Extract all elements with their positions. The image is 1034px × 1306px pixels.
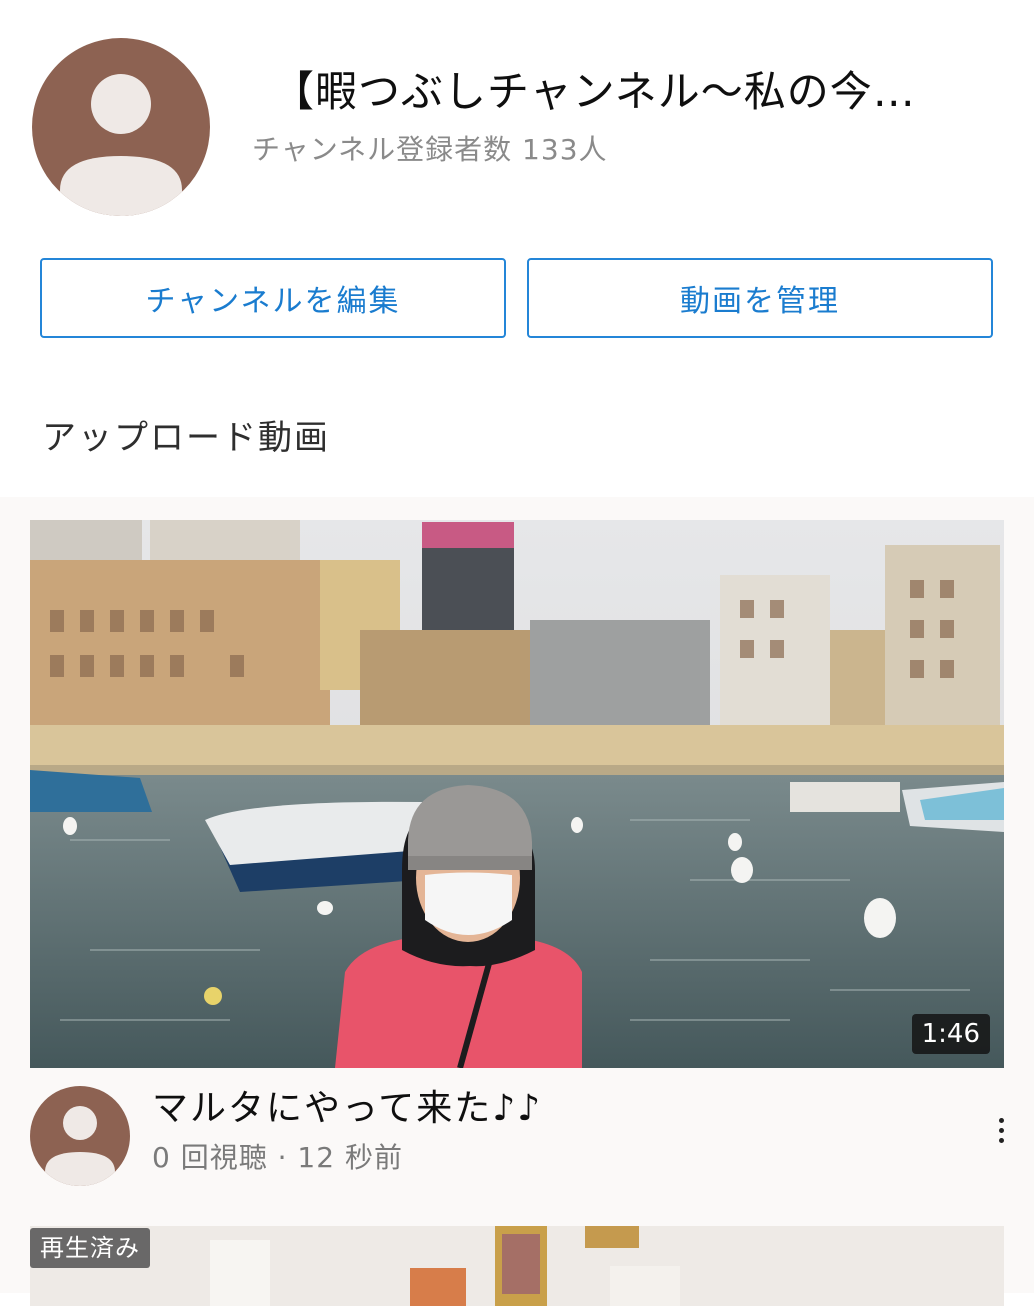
channel-avatar[interactable] [32, 38, 210, 216]
video-duration-badge: 1:46 [911, 1014, 990, 1054]
video-channel-avatar[interactable] [30, 1086, 130, 1186]
subscriber-count: チャンネル登録者数 133人 [252, 133, 608, 166]
manage-videos-button[interactable]: 動画を管理 [527, 258, 993, 338]
thumbnail-image [30, 1226, 1004, 1306]
video-thumbnail[interactable]: 1:46 [30, 520, 1004, 1068]
thumbnail-image [30, 520, 1004, 1068]
edit-channel-button[interactable]: チャンネルを編集 [40, 258, 506, 338]
video-meta: 0 回視聴 · 12 秒前 [152, 1141, 403, 1174]
video-thumbnail[interactable] [30, 1226, 1004, 1306]
watched-badge: 再生済み [30, 1228, 150, 1268]
more-vert-icon[interactable] [985, 1110, 1017, 1150]
channel-title: 【暇つぶしチャンネル〜私の今… [272, 67, 916, 116]
default-avatar-icon [60, 74, 182, 216]
video-title[interactable]: マルタにやって来た♪♪ [152, 1084, 542, 1134]
default-avatar-icon [45, 1106, 115, 1186]
uploads-section-title: アップロード動画 [42, 418, 330, 458]
